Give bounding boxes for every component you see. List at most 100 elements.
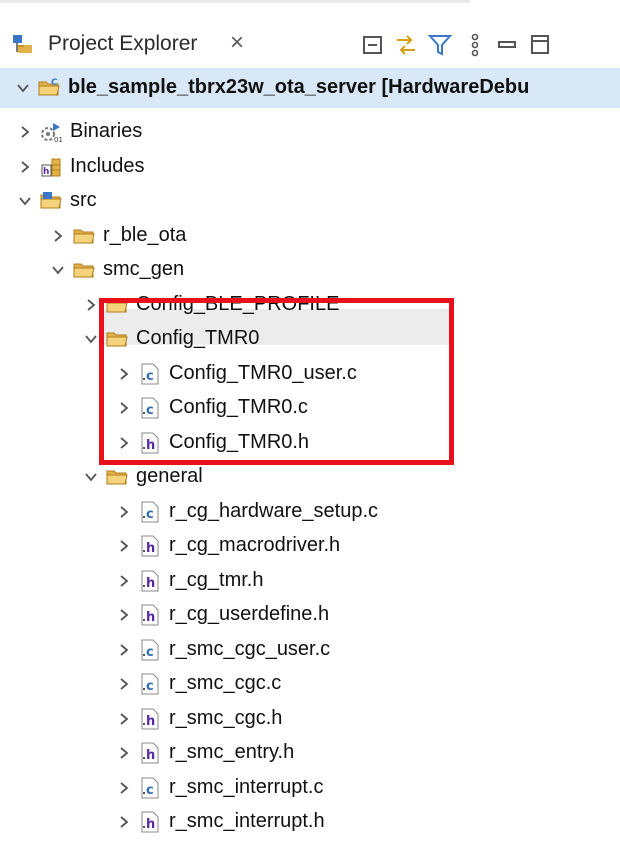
- filter-icon[interactable]: [427, 32, 453, 58]
- view-tab-header: Project Explorer ×: [0, 18, 620, 62]
- svg-text:c: c: [146, 645, 154, 660]
- tree-item[interactable]: h Config_TMR0.h: [0, 425, 620, 461]
- folder-icon: [73, 229, 95, 243]
- chevron-right-icon[interactable]: [117, 436, 131, 450]
- tree-item-label: Binaries: [70, 120, 143, 142]
- tree-item[interactable]: c r_smc_cgc_user.c: [0, 632, 620, 668]
- tree-item[interactable]: h r_cg_tmr.h: [0, 563, 620, 599]
- tree-item-label: Config_BLE_PROFILE: [136, 292, 340, 315]
- svg-text:h: h: [146, 714, 155, 729]
- folder-icon: [106, 298, 128, 312]
- project-explorer-icon: [13, 35, 32, 53]
- chevron-right-icon[interactable]: [117, 574, 131, 588]
- chevron-right-icon[interactable]: [84, 298, 98, 312]
- binaries-icon: 01: [41, 123, 62, 143]
- maximize-icon[interactable]: [528, 32, 554, 58]
- h-file-icon: h: [141, 742, 159, 764]
- tree-item-label: r_smc_cgc.c: [169, 672, 282, 694]
- svg-text:h: h: [146, 748, 155, 763]
- tree-item[interactable]: Config_BLE_PROFILE: [0, 287, 620, 323]
- h-file-icon: h: [141, 535, 159, 557]
- chevron-down-icon[interactable]: [51, 263, 65, 277]
- chevron-down-icon[interactable]: [84, 470, 98, 484]
- tree-item[interactable]: h r_cg_userdefine.h: [0, 597, 620, 633]
- view-menu-icon[interactable]: [462, 32, 488, 58]
- svg-text:h: h: [146, 541, 155, 556]
- svg-text:C: C: [51, 78, 58, 88]
- tree-item-label: r_cg_hardware_setup.c: [169, 499, 379, 522]
- h-file-icon: h: [141, 811, 159, 833]
- folder-icon: [106, 332, 128, 347]
- chevron-right-icon[interactable]: [18, 125, 32, 139]
- tree-item-label: smc_gen: [103, 258, 185, 280]
- svg-text:h: h: [146, 438, 155, 453]
- chevron-right-icon[interactable]: [117, 712, 131, 726]
- tree-item[interactable]: r_ble_ota: [0, 218, 620, 254]
- chevron-right-icon[interactable]: [18, 160, 32, 174]
- tree-item[interactable]: h Includes: [0, 149, 620, 185]
- chevron-right-icon[interactable]: [117, 746, 131, 760]
- chevron-right-icon[interactable]: [117, 815, 131, 829]
- tree-item-label: r_smc_interrupt.h: [169, 810, 325, 832]
- tree-item-label: r_smc_cgc.h: [169, 706, 283, 729]
- svg-text:h: h: [146, 817, 155, 832]
- view-title[interactable]: Project Explorer: [48, 32, 197, 56]
- tree-item[interactable]: src: [0, 183, 620, 219]
- c-file-icon: c: [141, 777, 159, 798]
- chevron-right-icon[interactable]: [117, 367, 131, 381]
- link-with-editor-icon[interactable]: [393, 32, 419, 58]
- svg-text:01: 01: [54, 136, 62, 143]
- tree-item-label: general: [136, 465, 203, 487]
- tree-item-label: r_smc_interrupt.c: [169, 775, 324, 798]
- tree-item-label: r_cg_macrodriver.h: [169, 534, 341, 556]
- chevron-down-icon[interactable]: [18, 194, 32, 208]
- collapse-all-icon[interactable]: [360, 32, 386, 58]
- tree-item[interactable]: c Config_TMR0_user.c: [0, 356, 620, 392]
- tree-item[interactable]: c r_smc_interrupt.c: [0, 770, 620, 806]
- c-file-icon: c: [141, 639, 159, 660]
- chevron-right-icon[interactable]: [117, 677, 131, 691]
- chevron-right-icon[interactable]: [117, 505, 131, 519]
- close-icon[interactable]: ×: [230, 29, 244, 57]
- c-file-icon: c: [141, 501, 159, 522]
- folder-icon: [106, 470, 128, 485]
- tree-item[interactable]: c r_smc_cgc.c: [0, 666, 620, 702]
- tree-item-label: r_smc_cgc_user.c: [169, 637, 331, 660]
- chevron-right-icon[interactable]: [117, 781, 131, 795]
- chevron-down-icon[interactable]: [16, 81, 30, 95]
- h-file-icon: h: [141, 708, 159, 729]
- svg-text:h: h: [146, 610, 155, 625]
- svg-text:c: c: [146, 507, 154, 522]
- chevron-right-icon[interactable]: [51, 229, 65, 243]
- tree-root[interactable]: Cble_sample_tbrx23w_ota_server [Hardware…: [0, 68, 620, 108]
- chevron-right-icon[interactable]: [117, 608, 131, 622]
- tree-item[interactable]: h r_smc_interrupt.h: [0, 804, 620, 840]
- tree-item[interactable]: smc_gen: [0, 252, 620, 288]
- tree-item[interactable]: h r_smc_cgc.h: [0, 701, 620, 737]
- tree-item-label: Includes: [70, 154, 145, 177]
- svg-text:c: c: [146, 679, 154, 694]
- folder-icon: [73, 263, 95, 278]
- tree-item-label: r_cg_userdefine.h: [169, 603, 330, 625]
- chevron-right-icon[interactable]: [117, 539, 131, 553]
- tree-item-label: r_smc_entry.h: [169, 741, 295, 763]
- c-project-icon: C: [38, 78, 60, 96]
- svg-text:c: c: [146, 369, 154, 384]
- svg-text:c: c: [146, 403, 154, 418]
- tree-item[interactable]: Config_TMR0: [0, 321, 620, 357]
- tree-item[interactable]: c Config_TMR0.c: [0, 390, 620, 426]
- tree-item[interactable]: c r_cg_hardware_setup.c: [0, 494, 620, 530]
- tree-item[interactable]: 01 Binaries: [0, 114, 620, 150]
- tree-item-label: Config_TMR0_user.c: [169, 361, 357, 384]
- chevron-down-icon[interactable]: [84, 332, 98, 346]
- chevron-right-icon[interactable]: [117, 401, 131, 415]
- tree-item[interactable]: h r_cg_macrodriver.h: [0, 528, 620, 564]
- source-folder-icon: [40, 192, 62, 209]
- h-file-icon: h: [141, 604, 159, 626]
- minimize-icon[interactable]: [494, 32, 520, 58]
- tree-item-label: Config_TMR0.c: [169, 396, 308, 418]
- chevron-right-icon[interactable]: [117, 643, 131, 657]
- tree-item[interactable]: h r_smc_entry.h: [0, 735, 620, 771]
- tree-item-label: src: [70, 189, 97, 211]
- tree-item[interactable]: general: [0, 459, 620, 495]
